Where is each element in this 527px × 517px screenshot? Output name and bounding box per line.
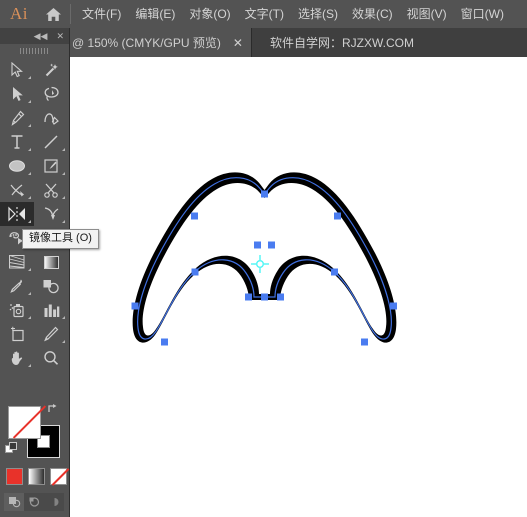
selected-path-outline (137, 177, 392, 340)
anchor-point (261, 190, 268, 198)
color-swatch[interactable] (6, 468, 23, 485)
menu-view[interactable]: 视图(V) (400, 3, 454, 25)
perspective-grid-tool[interactable] (0, 250, 34, 274)
color-controls (0, 400, 69, 517)
document-tab[interactable]: @ 150% (CMYK/GPU 预览) ✕ (62, 28, 252, 57)
width-tool[interactable] (34, 202, 68, 226)
panel-drag-handle[interactable] (0, 44, 69, 57)
fill-color-swatch[interactable] (8, 405, 47, 439)
anchor-point (390, 302, 397, 310)
eyedropper-tool[interactable] (0, 274, 34, 298)
anchor-point (268, 241, 275, 249)
draw-inside-mode[interactable] (44, 493, 64, 511)
symbol-sprayer-tool[interactable] (0, 298, 34, 322)
none-swatch[interactable] (50, 468, 67, 485)
collapse-icon[interactable]: ◀◀ (34, 31, 48, 41)
menu-object[interactable]: 对象(O) (182, 3, 237, 25)
swap-fill-stroke-icon[interactable] (47, 403, 60, 417)
blend-tool[interactable] (34, 274, 68, 298)
menu-edit[interactable]: 编辑(E) (128, 3, 182, 25)
draw-normal-mode[interactable] (4, 493, 24, 511)
slice-tool[interactable] (34, 322, 68, 346)
document-canvas[interactable] (69, 57, 527, 517)
ellipse-tool[interactable] (0, 154, 34, 178)
reflect-tool[interactable] (0, 202, 34, 226)
type-tool[interactable] (0, 130, 34, 154)
gradient-swatch[interactable] (28, 468, 45, 485)
anchor-point-group (131, 190, 397, 346)
anchor-point (334, 212, 341, 220)
curvature-tool[interactable] (34, 106, 68, 130)
document-tab-bar: @ 150% (CMYK/GPU 预览) ✕ 软件自学网：RJZXW.COM (0, 28, 527, 57)
menu-select[interactable]: 选择(S) (291, 3, 345, 25)
drawing-modes-row (4, 493, 64, 511)
scissors-tool[interactable] (34, 178, 68, 202)
anchor-point (277, 293, 284, 301)
anchor-point (245, 293, 252, 301)
default-fill-stroke-icon[interactable] (5, 442, 18, 460)
shaper-tool[interactable] (0, 178, 34, 202)
draw-behind-mode[interactable] (24, 493, 44, 511)
pen-tool[interactable] (0, 106, 34, 130)
butterfly-outline-path (132, 172, 397, 343)
tools-grid (0, 58, 69, 370)
close-icon[interactable]: ✕ (233, 37, 243, 49)
menu-effect[interactable]: 效果(C) (345, 3, 400, 25)
zoom-tool[interactable] (34, 346, 68, 370)
anchor-point (191, 212, 198, 220)
anchor-point (361, 338, 368, 346)
menu-type[interactable]: 文字(T) (238, 3, 291, 25)
column-graph-tool[interactable] (34, 298, 68, 322)
document-tab-title: @ 150% (CMYK/GPU 预览) (72, 36, 221, 50)
anchor-point (191, 268, 199, 276)
tool-tooltip: 镜像工具 (O) (22, 229, 99, 249)
anchor-point (331, 268, 338, 276)
color-mode-row (6, 468, 67, 485)
home-icon[interactable] (38, 7, 68, 22)
menu-divider (70, 4, 71, 24)
anchor-point (131, 302, 139, 310)
reflect-origin-icon (251, 255, 269, 273)
artboard-tool[interactable] (0, 322, 34, 346)
tools-panel-header: ◀◀ ✕ (0, 28, 69, 44)
anchor-point (261, 293, 268, 301)
menu-bar: Ai 文件(F) 编辑(E) 对象(O) 文字(T) 选择(S) 效果(C) 视… (0, 0, 527, 28)
watermark-text: 软件自学网：RJZXW.COM (269, 36, 414, 50)
paintbrush-tool[interactable] (34, 154, 68, 178)
magic-wand-tool[interactable] (34, 58, 68, 82)
lasso-tool[interactable] (34, 82, 68, 106)
menu-window[interactable]: 窗口(W) (454, 3, 511, 25)
gradient-tool[interactable] (34, 250, 68, 274)
artwork-svg (131, 172, 397, 346)
direct-selection-tool[interactable] (0, 82, 34, 106)
hand-tool[interactable] (0, 346, 34, 370)
menu-file[interactable]: 文件(F) (75, 3, 128, 25)
anchor-point (254, 241, 261, 249)
app-logo: Ai (10, 4, 28, 23)
close-icon[interactable]: ✕ (56, 31, 64, 41)
line-segment-tool[interactable] (34, 130, 68, 154)
selection-tool[interactable] (0, 58, 34, 82)
anchor-point (161, 338, 168, 346)
